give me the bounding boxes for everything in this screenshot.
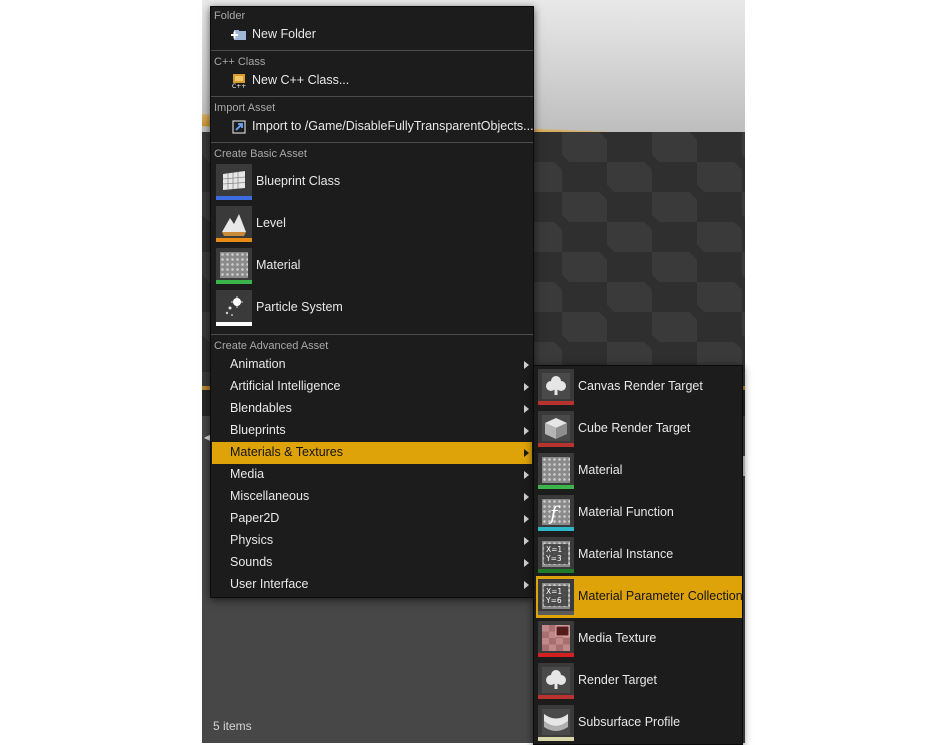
media-submenu-item[interactable]: Media bbox=[212, 464, 532, 486]
menu-separator bbox=[211, 142, 533, 143]
media-texture-icon bbox=[538, 621, 574, 657]
import-to-label: Import to /Game/DisableFullyTransparentO… bbox=[252, 119, 534, 133]
section-folder-label: Folder bbox=[214, 10, 246, 22]
new-folder-icon bbox=[231, 30, 246, 40]
user-interface-submenu-item[interactable]: User Interface bbox=[212, 574, 532, 596]
blueprints-submenu-item[interactable]: Blueprints bbox=[212, 420, 532, 442]
new-folder-menu-item[interactable]: New Folder bbox=[211, 24, 533, 46]
paper2d-submenu-item[interactable]: Paper2D bbox=[212, 508, 532, 530]
physics-submenu-item[interactable]: Physics bbox=[212, 530, 532, 552]
particle-system-label: Particle System bbox=[256, 300, 343, 314]
svg-text:X=1: X=1 bbox=[546, 545, 562, 554]
canvas-render-target-label: Canvas Render Target bbox=[578, 379, 703, 393]
media-label: Media bbox=[230, 467, 265, 481]
section-advanced-label: Create Advanced Asset bbox=[214, 340, 329, 352]
material-menu-item[interactable]: Material bbox=[536, 450, 742, 492]
material-parameter-collection-icon: X=1 Y=6 bbox=[538, 579, 574, 615]
sounds-submenu-item[interactable]: Sounds bbox=[212, 552, 532, 574]
material-icon bbox=[216, 248, 252, 284]
media-texture-menu-item[interactable]: Media Texture bbox=[536, 618, 742, 660]
blueprints-label: Blueprints bbox=[230, 423, 286, 437]
paper2d-label: Paper2D bbox=[230, 511, 280, 525]
submenu-arrow-icon bbox=[524, 537, 529, 545]
svg-text:X=1: X=1 bbox=[546, 587, 562, 596]
new-folder-label: New Folder bbox=[252, 27, 316, 41]
section-basic-label: Create Basic Asset bbox=[214, 148, 307, 160]
blueprint-class-label: Blueprint Class bbox=[256, 174, 341, 188]
menu-separator bbox=[211, 334, 533, 335]
particle-system-icon bbox=[216, 290, 252, 326]
submenu-arrow-icon bbox=[524, 427, 529, 435]
canvas-render-target-icon bbox=[538, 369, 574, 405]
submenu-arrow-icon bbox=[524, 383, 529, 391]
svg-text:C++: C++ bbox=[232, 83, 246, 89]
material-function-label: Material Function bbox=[578, 505, 674, 519]
blendables-label: Blendables bbox=[230, 401, 292, 415]
material-label: Material bbox=[578, 463, 623, 477]
cube-render-target-label: Cube Render Target bbox=[578, 421, 691, 435]
svg-text:Y=6: Y=6 bbox=[545, 596, 562, 605]
section-cpp-label: C++ Class bbox=[214, 56, 266, 68]
material-parameter-collection-label: Material Parameter Collection bbox=[578, 589, 743, 603]
render-target-icon bbox=[538, 663, 574, 699]
subsurface-profile-icon bbox=[538, 705, 574, 741]
material-function-icon: f bbox=[538, 495, 574, 531]
submenu-arrow-icon bbox=[524, 449, 529, 457]
particle-system-menu-item[interactable]: Particle System bbox=[211, 288, 533, 328]
new-cpp-class-menu-item[interactable]: C++ New C++ Class... bbox=[211, 70, 533, 92]
sounds-label: Sounds bbox=[230, 555, 273, 569]
section-import-label: Import Asset bbox=[214, 102, 276, 114]
artificial-intelligence-submenu-item[interactable]: Artificial Intelligence bbox=[212, 376, 532, 398]
submenu-arrow-icon bbox=[524, 559, 529, 567]
animation-submenu-item[interactable]: Animation bbox=[212, 354, 532, 376]
menu-separator bbox=[211, 96, 533, 97]
canvas-render-target-menu-item[interactable]: Canvas Render Target bbox=[536, 366, 742, 408]
physics-label: Physics bbox=[230, 533, 274, 547]
blueprint-class-menu-item[interactable]: Blueprint Class bbox=[211, 162, 533, 202]
material-instance-icon: X=1 Y=3 bbox=[538, 537, 574, 573]
material-menu-item[interactable]: Material bbox=[211, 246, 533, 286]
material-instance-label: Material Instance bbox=[578, 547, 674, 561]
submenu-arrow-icon bbox=[524, 471, 529, 479]
render-target-label: Render Target bbox=[578, 673, 657, 687]
import-icon bbox=[232, 120, 246, 134]
submenu-arrow-icon bbox=[524, 405, 529, 413]
render-target-menu-item[interactable]: Render Target bbox=[536, 660, 742, 702]
svg-text:Y=3: Y=3 bbox=[545, 554, 562, 563]
material-function-menu-item[interactable]: f Material Function bbox=[536, 492, 742, 534]
material-parameter-collection-menu-item[interactable]: X=1 Y=6 Material Parameter Collection bbox=[536, 576, 743, 618]
material-label: Material bbox=[256, 258, 301, 272]
cpp-class-icon: C++ bbox=[232, 74, 246, 89]
materials-textures-submenu-item[interactable]: Materials & Textures bbox=[212, 442, 532, 464]
artificial-intelligence-label: Artificial Intelligence bbox=[230, 379, 341, 393]
import-asset-menu-item[interactable]: Import to /Game/DisableFullyTransparentO… bbox=[211, 116, 534, 138]
cube-render-target-menu-item[interactable]: Cube Render Target bbox=[536, 408, 742, 450]
submenu-arrow-icon bbox=[524, 361, 529, 369]
cube-render-target-icon bbox=[538, 411, 574, 447]
blueprint-class-icon bbox=[216, 164, 252, 200]
add-new-context-menu: Folder New Folder C++ Class C++ New C++ … bbox=[210, 6, 534, 598]
user-interface-label: User Interface bbox=[230, 577, 309, 591]
materials-textures-submenu: Canvas Render Target Cube Render Target … bbox=[533, 365, 743, 745]
menu-separator bbox=[211, 50, 533, 51]
submenu-arrow-icon bbox=[524, 515, 529, 523]
media-texture-label: Media Texture bbox=[578, 631, 657, 645]
level-label: Level bbox=[256, 216, 286, 230]
svg-text:f: f bbox=[548, 501, 561, 525]
items-count-label: 5 items bbox=[213, 719, 252, 733]
submenu-arrow-icon bbox=[524, 493, 529, 501]
subsurface-profile-label: Subsurface Profile bbox=[578, 715, 681, 729]
submenu-arrow-icon bbox=[524, 581, 529, 589]
level-icon bbox=[216, 206, 252, 242]
material-icon bbox=[538, 453, 574, 489]
new-cpp-class-label: New C++ Class... bbox=[252, 73, 350, 87]
animation-label: Animation bbox=[230, 357, 286, 371]
level-menu-item[interactable]: Level bbox=[211, 204, 533, 244]
miscellaneous-label: Miscellaneous bbox=[230, 489, 310, 503]
materials-textures-label: Materials & Textures bbox=[230, 445, 344, 459]
miscellaneous-submenu-item[interactable]: Miscellaneous bbox=[212, 486, 532, 508]
blendables-submenu-item[interactable]: Blendables bbox=[212, 398, 532, 420]
subsurface-profile-menu-item[interactable]: Subsurface Profile bbox=[536, 702, 742, 744]
material-instance-menu-item[interactable]: X=1 Y=3 Material Instance bbox=[536, 534, 742, 576]
